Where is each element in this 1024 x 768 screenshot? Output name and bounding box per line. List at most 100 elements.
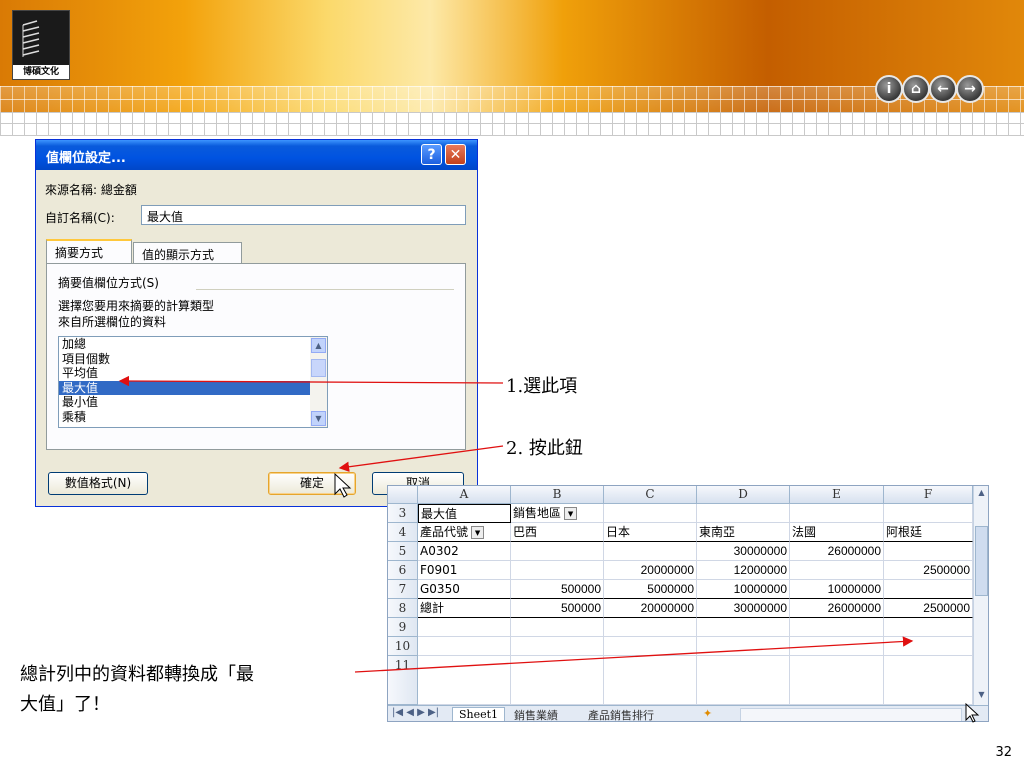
cell-d10[interactable] — [697, 637, 790, 656]
cell-f6[interactable]: 2500000 — [884, 561, 973, 580]
cell-e8[interactable]: 26000000 — [790, 599, 884, 618]
scroll-down-icon[interactable]: ▼ — [311, 411, 326, 426]
forward-icon[interactable]: → — [956, 75, 984, 103]
cell-c4[interactable]: 日本 — [604, 523, 697, 542]
cell-b11[interactable] — [511, 656, 604, 705]
row-header[interactable]: 9 — [388, 618, 418, 637]
cell-a10[interactable] — [418, 637, 511, 656]
custom-name-input[interactable]: 最大值 — [141, 205, 466, 225]
sheet-tab-sheet1[interactable]: Sheet1 — [452, 707, 506, 721]
cell-c9[interactable] — [604, 618, 697, 637]
sheet-nav-arrows-icon[interactable]: |◀ ◀ ▶ ▶| — [392, 707, 439, 718]
cell-c6[interactable]: 20000000 — [604, 561, 697, 580]
cell-f9[interactable] — [884, 618, 973, 637]
cell-a6[interactable]: F0901 — [418, 561, 511, 580]
column-header-c[interactable]: C — [604, 486, 697, 504]
cell-f4[interactable]: 阿根廷 — [884, 523, 973, 542]
cell-a3[interactable]: 最大值 — [418, 504, 511, 523]
cell-c10[interactable] — [604, 637, 697, 656]
list-scrollbar[interactable]: ▲ ▼ — [310, 337, 327, 427]
column-header-b[interactable]: B — [511, 486, 604, 504]
dropdown-arrow-icon[interactable]: ▼ — [564, 507, 578, 520]
cell-d11[interactable] — [697, 656, 790, 705]
cell-f3[interactable] — [884, 504, 973, 523]
number-format-button[interactable]: 數值格式(N) — [48, 472, 148, 495]
back-icon[interactable]: ← — [929, 75, 957, 103]
sheet-horizontal-scrollbar[interactable] — [740, 708, 962, 721]
row-header[interactable]: 3 — [388, 504, 418, 523]
cell-f5[interactable] — [884, 542, 973, 561]
sheet-vertical-scrollbar[interactable]: ▲ ▼ — [973, 486, 988, 706]
cell-f8[interactable]: 2500000 — [884, 599, 973, 618]
cell-b10[interactable] — [511, 637, 604, 656]
row-header[interactable]: 4 — [388, 523, 418, 542]
tab-summarize-by[interactable]: 摘要方式 — [46, 239, 132, 264]
cell-e7[interactable]: 10000000 — [790, 580, 884, 599]
column-header-e[interactable]: E — [790, 486, 884, 504]
row-header[interactable]: 10 — [388, 637, 418, 656]
select-all-corner[interactable] — [388, 486, 418, 504]
scroll-thumb[interactable] — [311, 359, 326, 377]
info-icon[interactable]: i — [875, 75, 903, 103]
list-item[interactable]: 加總 — [59, 337, 327, 352]
ok-button[interactable]: 確定 — [268, 472, 356, 495]
cell-e4[interactable]: 法國 — [790, 523, 884, 542]
help-button[interactable]: ? — [421, 144, 442, 165]
cell-b6[interactable] — [511, 561, 604, 580]
insert-sheet-icon[interactable]: ✦ — [703, 707, 712, 720]
cell-d8[interactable]: 30000000 — [697, 599, 790, 618]
list-item[interactable]: 乘積 — [59, 410, 327, 425]
tab-show-values-as[interactable]: 值的顯示方式 — [133, 242, 242, 264]
cell-c5[interactable] — [604, 542, 697, 561]
cell-e6[interactable] — [790, 561, 884, 580]
cell-e5[interactable]: 26000000 — [790, 542, 884, 561]
column-header-f[interactable]: F — [884, 486, 973, 504]
scroll-up-icon[interactable]: ▲ — [975, 488, 988, 500]
sheet-tab-sales[interactable]: 銷售業績 — [508, 707, 564, 721]
cell-b4[interactable]: 巴西 — [511, 523, 604, 542]
cell-e3[interactable] — [790, 504, 884, 523]
list-item-selected[interactable]: 最大值 — [59, 380, 327, 395]
cell-d9[interactable] — [697, 618, 790, 637]
cell-d3[interactable] — [697, 504, 790, 523]
cell-f11[interactable] — [884, 656, 973, 705]
row-header[interactable]: 5 — [388, 542, 418, 561]
cell-f10[interactable] — [884, 637, 973, 656]
close-button[interactable]: ✕ — [445, 144, 466, 165]
cell-e9[interactable] — [790, 618, 884, 637]
cell-d6[interactable]: 12000000 — [697, 561, 790, 580]
cell-a11[interactable] — [418, 656, 511, 705]
scroll-thumb[interactable] — [975, 526, 988, 596]
list-item[interactable]: 最小值 — [59, 395, 327, 410]
dropdown-arrow-icon[interactable]: ▼ — [471, 526, 485, 539]
dialog-titlebar[interactable]: 值欄位設定... ? ✕ — [36, 140, 477, 170]
row-header[interactable]: 6 — [388, 561, 418, 580]
column-header-d[interactable]: D — [697, 486, 790, 504]
cell-c8[interactable]: 20000000 — [604, 599, 697, 618]
cell-c11[interactable] — [604, 656, 697, 705]
cell-e10[interactable] — [790, 637, 884, 656]
list-item[interactable]: 平均值 — [59, 366, 327, 381]
cell-b9[interactable] — [511, 618, 604, 637]
row-header[interactable]: 11 — [388, 656, 418, 705]
cell-a4[interactable]: 產品代號 ▼ — [418, 523, 511, 542]
cell-a9[interactable] — [418, 618, 511, 637]
column-header-a[interactable]: A — [418, 486, 511, 504]
row-header[interactable]: 7 — [388, 580, 418, 599]
cell-b7[interactable]: 500000 — [511, 580, 604, 599]
cell-f7[interactable] — [884, 580, 973, 599]
scroll-up-icon[interactable]: ▲ — [311, 338, 326, 353]
sheet-tab-ranking[interactable]: 產品銷售排行 — [582, 707, 660, 721]
home-icon[interactable]: ⌂ — [902, 75, 930, 103]
list-item[interactable]: 項目個數 — [59, 352, 327, 367]
cell-b8[interactable]: 500000 — [511, 599, 604, 618]
cell-b5[interactable] — [511, 542, 604, 561]
summary-function-list[interactable]: 加總 項目個數 平均值 最大值 最小值 乘積 ▲ ▼ — [58, 336, 328, 428]
cell-a5[interactable]: A0302 — [418, 542, 511, 561]
cell-d4[interactable]: 東南亞 — [697, 523, 790, 542]
cell-a8[interactable]: 總計 — [418, 599, 511, 618]
cell-c3[interactable] — [604, 504, 697, 523]
cell-d7[interactable]: 10000000 — [697, 580, 790, 599]
cell-c7[interactable]: 5000000 — [604, 580, 697, 599]
cell-d5[interactable]: 30000000 — [697, 542, 790, 561]
